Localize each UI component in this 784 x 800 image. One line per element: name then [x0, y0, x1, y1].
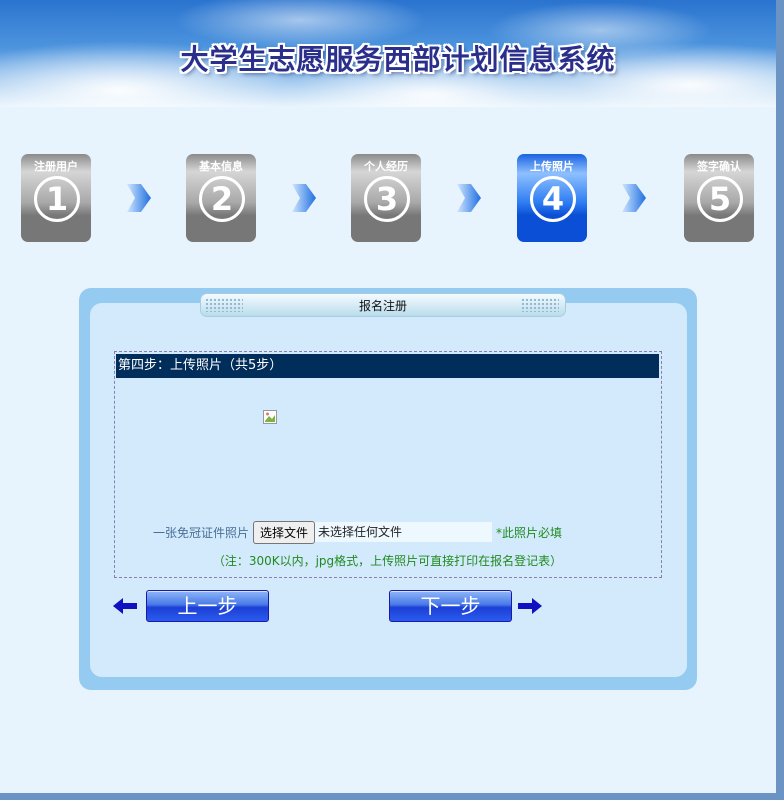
choose-file-button[interactable]: 选择文件 [253, 520, 316, 544]
step-number-icon: 1 [34, 176, 80, 222]
panel-title: 报名注册 [358, 299, 407, 313]
step-number-icon: 2 [199, 176, 245, 222]
step-arrow-icon [292, 184, 316, 212]
broken-image-icon [263, 410, 277, 424]
step-number-icon: 4 [530, 176, 576, 222]
step-5: 签字确认 5 [684, 154, 754, 242]
step-label: 个人经历 [364, 160, 408, 173]
step-label: 注册用户 [34, 160, 78, 173]
header-banner: 大学生志愿服务西部计划信息系统 [0, 0, 776, 107]
step-arrow-icon [457, 184, 481, 212]
arrow-left-icon[interactable] [113, 597, 137, 615]
photo-upload-row: 一张免冠证件照片 选择文件 未选择任何文件 *此照片必填 [153, 520, 562, 544]
site-title: 大学生志愿服务西部计划信息系统 [180, 43, 616, 76]
required-note: *此照片必填 [496, 525, 563, 540]
photo-hint: （注：300K以内，jpg格式，上传照片可直接打印在报名登记表） [212, 554, 563, 568]
step-label: 上传照片 [530, 160, 574, 173]
arrow-right-icon[interactable] [518, 597, 542, 615]
page: 大学生志愿服务西部计划信息系统 注册用户 1 基本信息 2 个人经历 3 上传照… [0, 0, 776, 793]
step-arrow-icon [622, 184, 646, 212]
step-2: 基本信息 2 [186, 154, 256, 242]
panel-title-bar: 报名注册 [200, 293, 566, 317]
step-arrow-icon [127, 184, 151, 212]
prev-step-button[interactable]: 上一步 [146, 590, 269, 622]
next-step-button[interactable]: 下一步 [389, 590, 512, 622]
step-label: 签字确认 [697, 160, 741, 173]
file-status: 未选择任何文件 [315, 522, 493, 542]
step-label: 基本信息 [199, 160, 243, 173]
step-4-active: 上传照片 4 [517, 154, 587, 242]
step-header: 第四步：上传照片（共5步） [116, 354, 659, 378]
step-1: 注册用户 1 [21, 154, 91, 242]
step-3: 个人经历 3 [351, 154, 421, 242]
step-number-icon: 5 [697, 176, 743, 222]
photo-label: 一张免冠证件照片 [153, 525, 250, 540]
step-number-icon: 3 [364, 176, 410, 222]
